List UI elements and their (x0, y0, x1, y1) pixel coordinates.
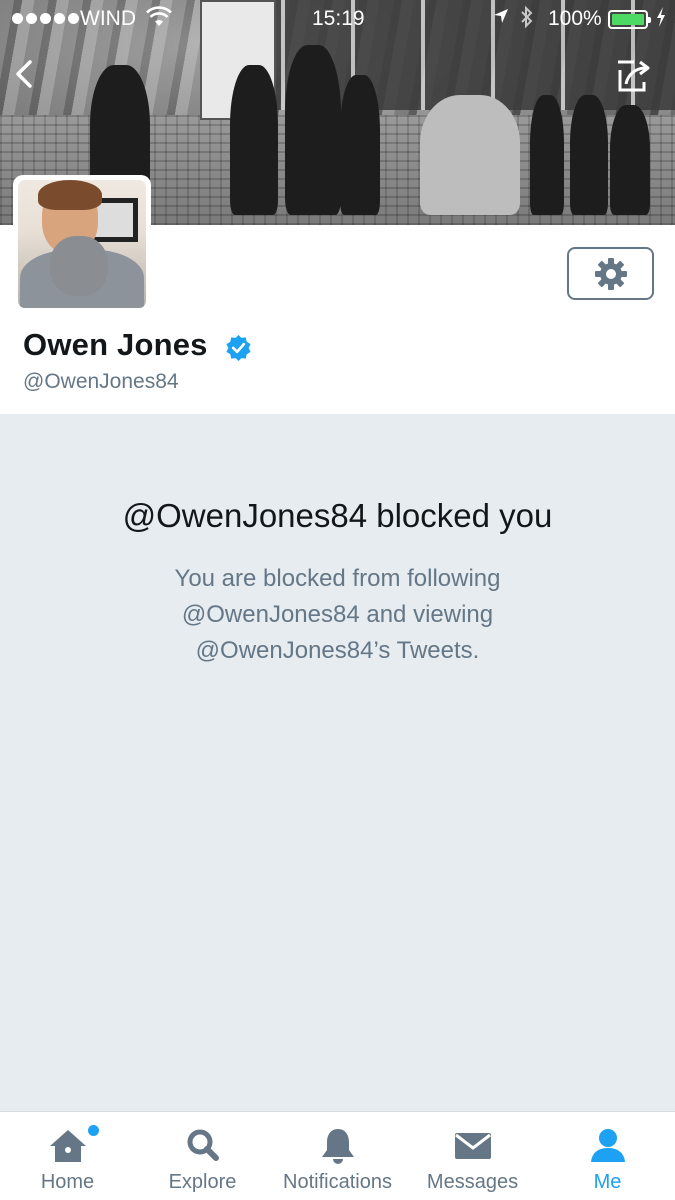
battery-fill (612, 14, 644, 25)
blocked-description-line: @OwenJones84’s Tweets. (195, 637, 480, 664)
tab-explore[interactable]: Explore (135, 1112, 270, 1200)
signal-strength-icon (12, 13, 79, 24)
tab-label: Messages (426, 1171, 519, 1193)
home-notification-dot (88, 1125, 99, 1136)
header-photo-figure (530, 95, 564, 215)
profile-handle: @OwenJones84 (23, 370, 179, 393)
avatar-photo (18, 180, 146, 308)
battery-icon (608, 10, 651, 29)
home-icon (49, 1130, 86, 1162)
tab-label: Explore (168, 1171, 237, 1193)
search-icon (187, 1129, 219, 1161)
wifi-icon (146, 6, 172, 34)
blocked-title: @OwenJones84 blocked you (122, 497, 553, 534)
bell-icon (321, 1129, 354, 1164)
envelope-icon (454, 1133, 491, 1159)
header-photo-figure (230, 65, 278, 215)
tab-label: Me (593, 1171, 622, 1193)
tab-bar: Home Explore Notifications Messages Me (0, 1111, 675, 1200)
carrier-name: WIND (80, 7, 136, 30)
gear-icon (594, 257, 627, 290)
profile-display-name: Owen Jones (23, 327, 208, 362)
chevron-left-icon (16, 60, 32, 88)
verified-badge-icon (226, 334, 251, 361)
bluetooth-icon (520, 5, 534, 35)
header-photo-figure (610, 105, 650, 215)
blocked-description-line: You are blocked from following (174, 565, 501, 592)
blocked-description: You are blocked from following @OwenJone… (100, 561, 575, 669)
header-photo-figure (285, 45, 341, 215)
tab-label: Home (40, 1171, 95, 1193)
tab-home[interactable]: Home (0, 1112, 135, 1200)
header-photo-figure (340, 75, 380, 215)
profile-screen: WIND 15:19 100% Owen Jones @OwenJones84 … (0, 0, 675, 1200)
tab-messages[interactable]: Messages (405, 1112, 540, 1200)
location-arrow-icon (492, 7, 510, 30)
person-icon (590, 1129, 625, 1162)
header-photo-figure (570, 95, 608, 215)
share-icon (618, 60, 650, 92)
tab-notifications[interactable]: Notifications (270, 1112, 405, 1200)
status-bar: WIND 15:19 100% (0, 0, 675, 40)
charging-bolt-icon (655, 6, 667, 33)
tab-me[interactable]: Me (540, 1112, 675, 1200)
battery-percent: 100% (548, 7, 602, 30)
tab-label: Notifications (283, 1171, 392, 1193)
profile-settings-button[interactable] (567, 247, 654, 300)
profile-avatar[interactable] (13, 175, 151, 313)
back-button[interactable] (6, 54, 46, 94)
share-button[interactable] (614, 56, 656, 96)
header-photo-figure (420, 95, 520, 215)
blocked-description-line: @OwenJones84 and viewing (181, 601, 494, 628)
status-time: 15:19 (312, 7, 365, 30)
